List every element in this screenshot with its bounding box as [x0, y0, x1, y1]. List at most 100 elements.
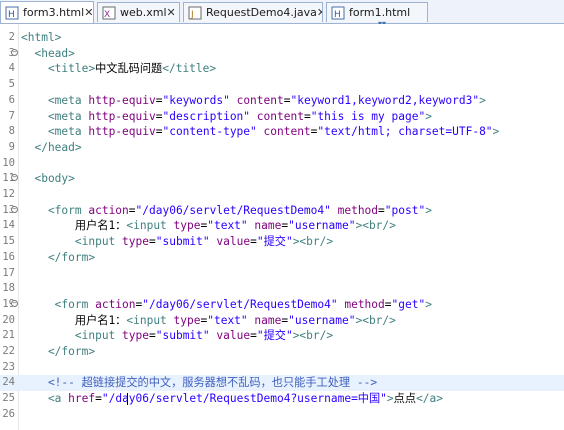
code-text: </head>: [21, 140, 81, 156]
code-token: content: [263, 125, 311, 139]
code-line[interactable]: 18: [0, 281, 564, 297]
code-token: 用户名1：: [21, 313, 127, 327]
code-token: <html>: [21, 31, 62, 44]
code-token: =: [378, 203, 385, 217]
code-line[interactable]: 6 <meta http-equiv="keywords" content="k…: [0, 93, 564, 109]
code-line[interactable]: 15 <input type="submit" value="提交"><br/>: [0, 234, 564, 250]
code-token: "text": [207, 313, 248, 327]
code-token: method: [344, 297, 385, 311]
tab-web-xml[interactable]: X web.xml ✕: [97, 2, 180, 22]
code-token: http-equiv: [88, 109, 156, 123]
line-number: 22: [2, 345, 15, 357]
line-number: 10: [2, 156, 15, 169]
code-line[interactable]: 24 <!-- 超链接提交的中文，服务器想不乱码，也只能手工处理 -->: [0, 375, 564, 392]
code-line[interactable]: 22 </form>: [0, 344, 564, 360]
tab-label: form1.html: [349, 6, 411, 19]
code-text: <a href="/day06/servlet/RequestDemo4?use…: [21, 391, 443, 407]
code-token: http-equiv: [88, 125, 156, 139]
svg-text:H: H: [334, 10, 341, 20]
code-line[interactable]: 11− <body>: [0, 171, 564, 187]
code-line[interactable]: 9 </head>: [0, 140, 564, 156]
code-text: </form>: [21, 344, 95, 360]
code-token: "提交": [256, 235, 293, 249]
line-number: 24: [2, 376, 15, 389]
close-icon[interactable]: ✕: [167, 6, 176, 19]
code-token: <input: [126, 313, 174, 327]
line-number: 15: [2, 235, 15, 248]
code-token: "username": [288, 219, 356, 233]
svg-text:X: X: [104, 10, 110, 20]
code-token: "this is my page": [310, 109, 426, 123]
code-token: =: [149, 329, 156, 343]
code-token: http-equiv: [88, 93, 156, 107]
code-token: "/day06/servlet/RequestDemo4?username=中国…: [101, 392, 387, 406]
code-token: =: [303, 109, 311, 123]
code-token: =: [149, 235, 156, 249]
fold-toggle-icon[interactable]: −: [11, 299, 18, 307]
code-token: action: [95, 297, 136, 311]
line-number: 16: [2, 250, 15, 263]
code-line[interactable]: 8 <meta http-equiv="content-type" conten…: [0, 124, 564, 140]
code-line[interactable]: 3− <head>: [0, 46, 564, 62]
code-token: =: [250, 329, 257, 343]
code-token: =: [95, 392, 102, 406]
code-text: <head>: [21, 46, 75, 62]
code-line[interactable]: 21 <input type="submit" value="提交"><br/>: [0, 328, 564, 344]
code-token: <form: [21, 203, 89, 217]
code-token: "post": [384, 203, 426, 217]
code-text: <meta http-equiv="description" content="…: [21, 109, 432, 125]
code-token: <input: [21, 235, 123, 249]
line-number: 6: [8, 93, 15, 106]
fold-toggle-icon[interactable]: −: [11, 205, 18, 213]
code-token: <a: [21, 392, 69, 406]
code-editor[interactable]: 2<html>3− <head>4 <title>中文乱码问题</title>5…: [0, 24, 564, 430]
close-icon[interactable]: ✕: [317, 6, 322, 19]
line-number: 21: [2, 329, 15, 342]
code-line[interactable]: 4 <title>中文乱码问题</title>: [0, 61, 564, 77]
close-icon[interactable]: ✕: [84, 6, 93, 19]
code-token: 中文乱码问题: [95, 62, 163, 76]
code-line[interactable]: 19− <form action="/day06/servlet/Request…: [0, 297, 564, 313]
code-token: </form>: [21, 345, 96, 358]
code-line[interactable]: 17: [0, 266, 564, 282]
tab-form3-html[interactable]: H form3.html ✕: [0, 1, 94, 23]
code-token: name: [254, 219, 282, 233]
code-line[interactable]: 5: [0, 77, 564, 93]
code-token: type: [122, 329, 149, 343]
code-line[interactable]: 13− <form action="/day06/servlet/Request…: [0, 203, 564, 219]
line-number: 25: [2, 392, 15, 405]
code-token: type: [122, 235, 149, 249]
code-line[interactable]: 2 <html>: [0, 30, 564, 46]
code-token: "submit": [155, 235, 210, 249]
code-line[interactable]: 20 用户名1：<input type="text" name="usernam…: [0, 313, 564, 329]
code-line[interactable]: 26: [0, 407, 564, 423]
code-token: <body>: [21, 172, 75, 186]
code-token: =: [250, 235, 257, 249]
code-text: <form action = "/day06/servlet/RequestDemo…: [21, 297, 432, 313]
code-line[interactable]: 10: [0, 156, 564, 172]
editor-tab-bar: H form3.html ✕ X web.xml ✕ J RequestDemo…: [0, 0, 564, 28]
code-text: <meta http-equiv="content-type" content=…: [21, 124, 499, 140]
line-number: 8: [8, 125, 15, 138]
fold-toggle-icon[interactable]: −: [11, 48, 18, 56]
code-token: <meta: [21, 93, 89, 107]
code-token: 点点: [393, 392, 417, 406]
code-line[interactable]: 25 <a href="/day06/servlet/RequestDemo4?…: [0, 391, 564, 407]
code-token: "username": [288, 313, 356, 327]
code-token: <head>: [21, 46, 75, 60]
code-line[interactable]: 23: [0, 360, 564, 376]
code-token: >: [492, 125, 500, 139]
code-token: value: [216, 329, 251, 343]
code-line[interactable]: 7 <meta http-equiv = "description" content…: [0, 109, 564, 125]
code-token: href: [68, 392, 96, 406]
code-line[interactable]: 12: [0, 187, 564, 203]
code-line[interactable]: 16 </form>: [0, 250, 564, 266]
code-token: "description": [162, 109, 251, 123]
code-line[interactable]: 14 用户名1：<input type="text" name="usernam…: [0, 218, 564, 234]
code-token: method: [337, 203, 379, 217]
tab-requestdemo4-java[interactable]: J RequestDemo4.java ✕: [183, 2, 323, 22]
fold-toggle-icon[interactable]: −: [11, 174, 18, 182]
code-token: >: [425, 297, 432, 311]
